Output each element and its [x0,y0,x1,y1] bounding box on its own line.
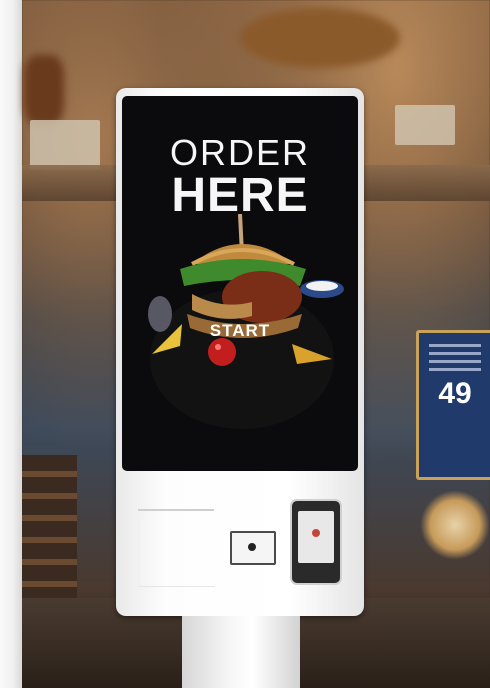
blurred-food [240,8,400,68]
terminal-screen [298,511,334,563]
card-reader[interactable] [230,531,276,565]
tomato [208,338,236,366]
photo-scene: 49 ORDER HERE START [0,0,490,688]
self-order-kiosk: ORDER HERE START [116,88,364,616]
menu-poster: 49 [416,330,490,480]
kiosk-stand [182,616,300,688]
terminal-indicator-icon [312,529,320,537]
payment-terminal[interactable] [292,501,340,583]
shelf-sign [30,120,100,170]
reader-sensor-icon [248,543,256,551]
blurred-food [420,490,490,560]
display-case [22,455,77,605]
receipt-slot [138,509,214,511]
poster-text-lines [419,344,490,371]
kiosk-base [116,471,364,616]
kiosk-screen[interactable]: ORDER HERE START [122,96,358,471]
shelf-sign [395,105,455,145]
blurred-food [24,55,64,125]
base-panel [138,516,215,587]
start-button[interactable]: START [122,321,358,341]
left-wall-edge [0,0,22,688]
poster-number: 49 [438,377,472,410]
